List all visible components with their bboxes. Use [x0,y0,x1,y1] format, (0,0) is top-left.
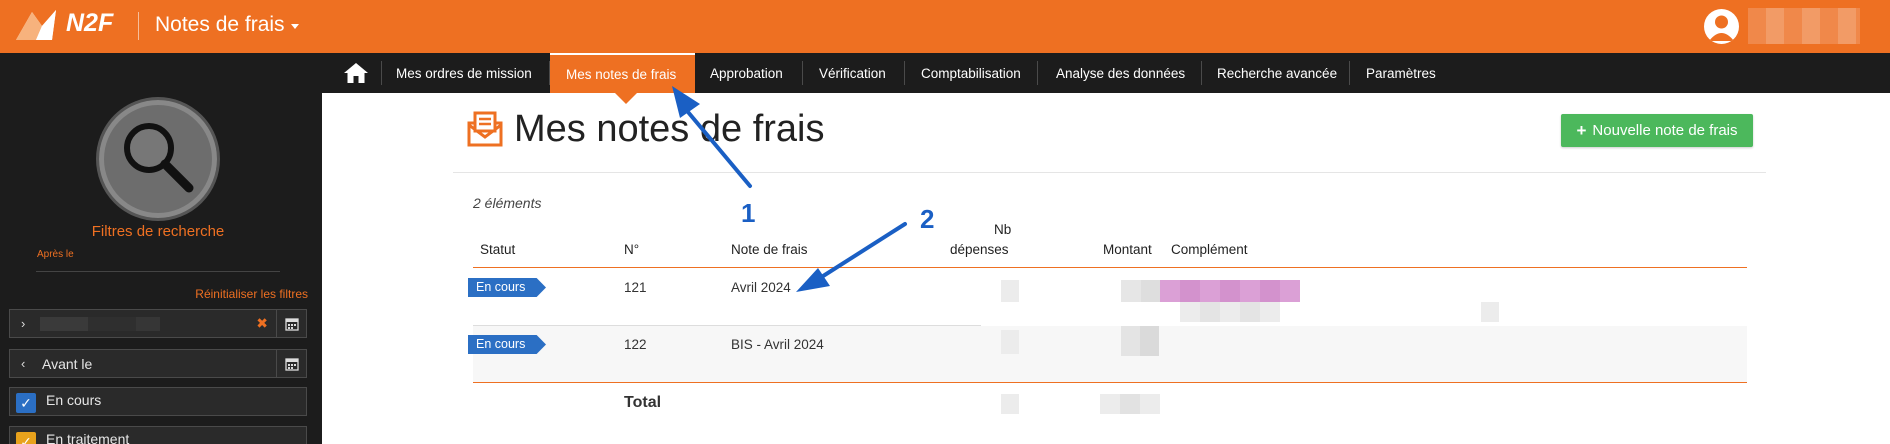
reset-filters-link[interactable]: Réinitialiser les filtres [195,287,308,301]
nav-item-recherche-avancee[interactable]: Recherche avancée [1217,53,1337,93]
nav-item-approbation[interactable]: Approbation [710,53,783,93]
chevron-down-icon[interactable] [291,24,299,29]
item-count: 2 éléments [473,195,542,211]
checkbox-checked-icon[interactable]: ✓ [16,432,36,444]
status-filter-label: En traitement [46,431,130,444]
annotation-2: 2 [920,204,935,234]
expense-note-icon [467,111,503,147]
filter-title[interactable]: Filtres de recherche [0,223,316,240]
column-header-nb-line2[interactable]: dépenses [950,242,1009,257]
table-row[interactable] [473,326,1747,382]
app-title[interactable]: Notes de frais [155,13,285,37]
column-header-nb-line1[interactable]: Nb [994,222,1011,237]
nav-divider [381,61,382,85]
after-date-field[interactable]: › ✖ [9,309,307,338]
chevron-left-icon: ‹ [21,356,26,371]
nav-item-comptabilisation[interactable]: Comptabilisation [921,53,1021,93]
column-header-complement[interactable]: Complément [1171,242,1248,257]
plus-icon: + [1576,120,1587,140]
search-filter-button[interactable] [96,97,220,221]
after-date-value-redacted [40,317,160,331]
row-note-name[interactable]: Avril 2024 [731,280,791,295]
row-number: 122 [624,337,647,352]
status-filter-en-traitement[interactable]: ✓ En traitement [9,426,307,444]
logo-text: N2F [66,9,114,37]
column-header-statut[interactable]: Statut [480,242,515,257]
home-icon[interactable] [342,61,370,85]
redacted-cell [1180,302,1280,322]
column-header-numero[interactable]: N° [624,242,639,257]
nav-item-ordres-mission[interactable]: Mes ordres de mission [396,53,532,93]
nav-item-analyse-donnees[interactable]: Analyse des données [1056,53,1185,93]
magnifier-icon [124,123,194,193]
row-number: 121 [624,280,647,295]
total-label: Total [624,394,662,411]
status-filter-label: En cours [46,392,102,408]
column-header-montant[interactable]: Montant [1103,242,1152,257]
nav-item-parametres[interactable]: Paramètres [1366,53,1436,93]
nav-item-notes-frais[interactable]: Mes notes de frais [550,53,695,93]
checkbox-checked-icon[interactable]: ✓ [16,393,36,413]
status-badge: En cours [468,278,546,297]
chevron-right-icon: › [21,316,26,331]
redacted-cell [1481,302,1499,322]
user-avatar-icon[interactable] [1704,9,1739,44]
row-note-name[interactable]: BIS - Avril 2024 [731,337,824,352]
header-divider [138,12,139,40]
nav-divider [904,61,905,85]
before-date-field[interactable]: ‹ Avant le [9,349,307,378]
column-header-note[interactable]: Note de frais [731,242,808,257]
redacted-cell [1100,394,1160,414]
new-expense-note-button[interactable]: + Nouvelle note de frais [1561,114,1753,147]
redacted-cell [1001,394,1019,414]
nav-divider [1201,61,1202,85]
calendar-icon[interactable] [276,310,306,337]
sidebar-divider [36,271,280,272]
nav-divider [1349,61,1350,85]
user-name-redacted[interactable] [1748,8,1860,44]
footer-line [473,382,1747,383]
nav-divider [802,61,803,85]
status-filter-en-cours[interactable]: ✓ En cours [9,387,307,416]
logo-mark-icon [16,10,56,40]
status-badge: En cours [468,335,546,354]
page-title: Mes notes de frais [514,108,825,150]
redacted-cell [1121,326,1159,356]
calendar-icon[interactable] [276,350,306,377]
annotation-1: 1 [741,198,756,228]
before-date-label: Avant le [42,356,93,372]
top-bar: N2F Notes de frais [0,0,1890,53]
redacted-cell [1121,280,1161,302]
redacted-cell [1160,280,1300,302]
nav-divider [1037,61,1038,85]
nav-item-verification[interactable]: Vérification [819,53,886,93]
new-expense-note-label: Nouvelle note de frais [1592,122,1738,139]
clear-icon[interactable]: ✖ [256,315,268,332]
main-nav: Mes ordres de mission Mes notes de frais… [322,53,1890,93]
table-row[interactable] [473,268,1747,324]
redacted-cell [1001,280,1019,302]
title-divider [453,172,1766,173]
active-tab-pointer [615,93,637,104]
after-date-label: Après le [37,249,74,260]
redacted-cell [1001,330,1019,354]
